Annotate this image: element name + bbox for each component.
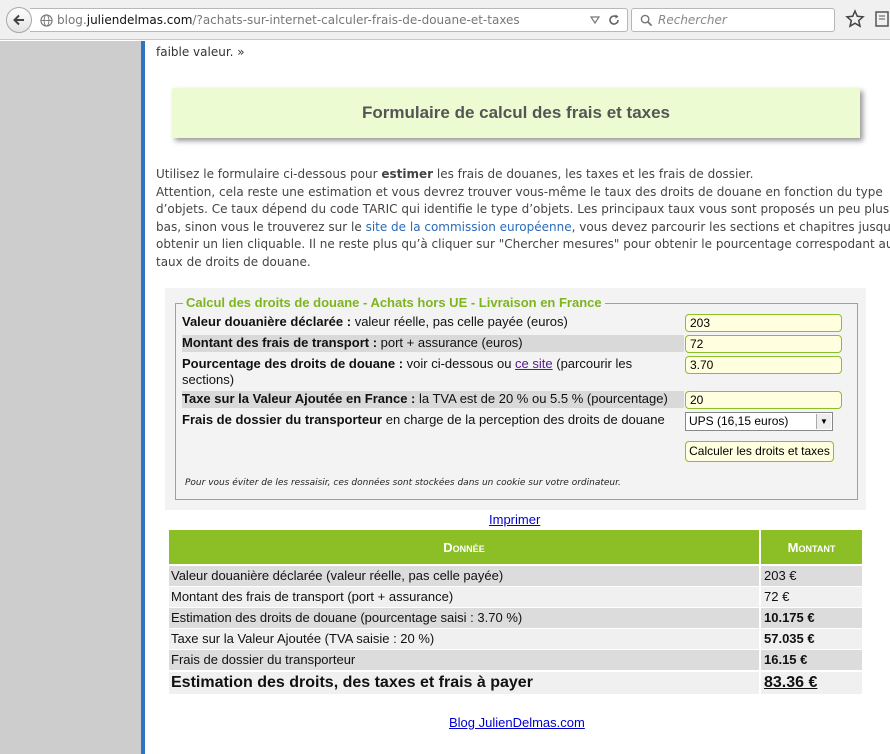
content-border [141, 41, 145, 754]
result-label: Valeur douanière déclarée (valeur réelle… [169, 566, 759, 586]
back-button[interactable] [6, 7, 32, 33]
page-margin [0, 41, 141, 754]
customs-value-input[interactable]: 203 [685, 314, 842, 332]
field-label-duty-rate: Pourcentage des droits de douane : voir … [182, 356, 633, 387]
globe-icon [40, 14, 53, 27]
form-legend: Calcul des droits de douane - Achats hor… [183, 295, 605, 310]
browser-toolbar: blog.juliendelmas.com/?achats-sur-intern… [0, 0, 890, 40]
toolbar-menu-icon[interactable] [874, 10, 890, 28]
form-title-box: Formulaire de calcul des frais et taxes [172, 88, 860, 138]
search-bar[interactable]: Rechercher [631, 8, 835, 32]
address-bar[interactable]: blog.juliendelmas.com/?achats-sur-intern… [30, 8, 628, 32]
back-arrow-icon [13, 14, 24, 26]
result-value: 72 € [761, 587, 862, 607]
calculate-button[interactable]: Calculer les droits et taxes [685, 441, 834, 462]
previous-paragraph-end: faible valeur. » [156, 45, 245, 59]
result-label: Frais de dossier du transporteur [169, 650, 759, 670]
vat-input[interactable]: 20 [685, 391, 842, 409]
bookmark-star-icon[interactable] [845, 9, 865, 29]
page-title: Formulaire de calcul des frais et taxes [361, 103, 671, 122]
total-label: Estimation des droits, des taxes et frai… [169, 672, 759, 694]
duty-rate-input[interactable]: 3.70 [685, 356, 842, 374]
cookie-note: Pour vous éviter de les ressaisir, ces d… [185, 478, 621, 488]
result-value: 57.035 € [761, 629, 862, 649]
field-label-carrier-fees: Frais de dossier du transporteur en char… [182, 412, 665, 427]
history-dropdown-icon[interactable] [589, 14, 601, 26]
transport-cost-input[interactable]: 72 [685, 335, 842, 353]
field-label-vat: Taxe sur la Valeur Ajoutée en France : l… [182, 391, 684, 408]
url-text: blog.juliendelmas.com/?achats-sur-intern… [57, 13, 520, 27]
search-placeholder: Rechercher [658, 13, 727, 27]
search-icon [640, 14, 653, 27]
carrier-select[interactable]: UPS (16,15 euros) ▼ [685, 412, 833, 431]
dropdown-arrow-icon: ▼ [816, 414, 831, 429]
result-value: 16.15 € [761, 650, 862, 670]
result-value: 203 € [761, 566, 862, 586]
result-label: Montant des frais de transport (port + a… [169, 587, 759, 607]
reload-icon[interactable] [607, 13, 621, 27]
intro-paragraph: Utilisez le formulaire ci-dessous pour e… [156, 167, 890, 269]
results-header-data: Donnée [169, 530, 759, 564]
results-header-amount: Montant [761, 530, 862, 564]
result-value: 10.175 € [761, 608, 862, 628]
field-label-customs-value: Valeur douanière déclarée : valeur réell… [182, 314, 568, 329]
total-value: 83.36 € [761, 672, 862, 694]
taric-site-link[interactable]: ce site [515, 356, 553, 371]
result-label: Estimation des droits de douane (pourcen… [169, 608, 759, 628]
blog-home-link[interactable]: Blog JulienDelmas.com [449, 715, 585, 730]
print-link[interactable]: Imprimer [489, 512, 540, 527]
result-label: Taxe sur la Valeur Ajoutée (TVA saisie :… [169, 629, 759, 649]
field-label-transport: Montant des frais de transport : port + … [182, 335, 684, 352]
commission-link[interactable]: site de la commission européenne [366, 220, 572, 234]
